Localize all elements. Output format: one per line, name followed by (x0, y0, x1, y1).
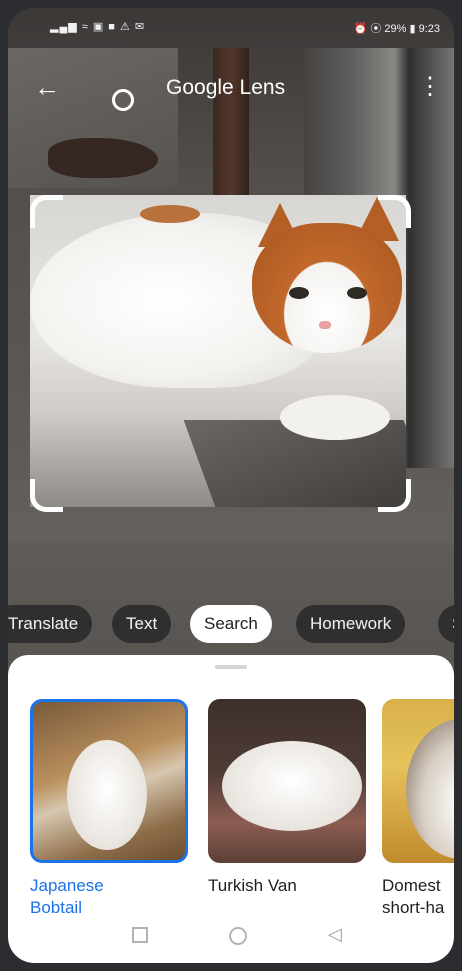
mode-text[interactable]: Text (112, 605, 172, 643)
result-thumbnail[interactable] (382, 699, 454, 863)
mode-shopping[interactable]: S (438, 605, 454, 643)
crop-handle-bottom-left[interactable] (30, 479, 63, 512)
crop-handle-bottom-right[interactable] (378, 479, 411, 512)
phone-screen: ▂▄▆ ≈ ▣ ■ ⚠ ✉ ⏰ ⦿ 29% ▮ 9:23 ← Google Le… (8, 8, 454, 963)
cat-patch (140, 205, 200, 223)
more-vertical-icon[interactable]: ⋮ (418, 72, 442, 102)
selected-region[interactable] (30, 195, 406, 507)
status-bar: ▂▄▆ ≈ ▣ ■ ⚠ ✉ ⏰ ⦿ 29% ▮ 9:23 (8, 8, 454, 42)
cat-paw (280, 395, 390, 440)
mode-search[interactable]: Search (190, 605, 272, 643)
shutter-circle-icon[interactable] (112, 89, 134, 111)
cat-head (252, 223, 402, 353)
system-nav-bar: ◁ (8, 923, 454, 953)
result-label[interactable]: Domest short-ha (382, 875, 454, 919)
mode-translate[interactable]: Translate (8, 605, 93, 643)
result-thumbnail[interactable] (208, 699, 366, 863)
result-label[interactable]: Turkish Van (208, 875, 366, 897)
arrow-left-icon[interactable]: ← (34, 72, 64, 102)
app-title: Google Lens (166, 76, 286, 99)
result-label[interactable]: Japanese Bobtail (30, 875, 188, 919)
result-card[interactable]: Domest short-ha (382, 699, 454, 919)
cat-nose (319, 321, 331, 329)
thumbnail-cat (222, 741, 362, 831)
triangle-back-icon[interactable]: ◁ (328, 923, 342, 945)
crop-handle-top-right[interactable] (378, 195, 411, 228)
crop-handle-top-left[interactable] (30, 195, 63, 228)
status-icons-right: ⏰ ⦿ 29% ▮ 9:23 (353, 23, 440, 35)
mode-selector: Translate Text Search Homework S (8, 605, 454, 645)
cat-eye-left (289, 287, 309, 299)
square-icon[interactable] (132, 927, 148, 943)
sheet-drag-handle[interactable] (215, 665, 247, 669)
results-sheet: Japanese Bobtail Turkish Van Domest shor… (8, 655, 454, 963)
result-card[interactable]: Turkish Van (208, 699, 366, 897)
mode-homework[interactable]: Homework (296, 605, 406, 643)
result-card[interactable]: Japanese Bobtail (30, 699, 188, 919)
result-thumbnail[interactable] (30, 699, 188, 863)
cat-eye-right (347, 287, 367, 299)
thumbnail-cat (406, 719, 454, 859)
circle-icon[interactable] (229, 927, 247, 945)
status-icons-left: ▂▄▆ ≈ ▣ ■ ⚠ ✉ (50, 21, 146, 33)
app-bar: ← Google Lens ⋮ (8, 60, 454, 116)
thumbnail-cat (67, 740, 147, 850)
